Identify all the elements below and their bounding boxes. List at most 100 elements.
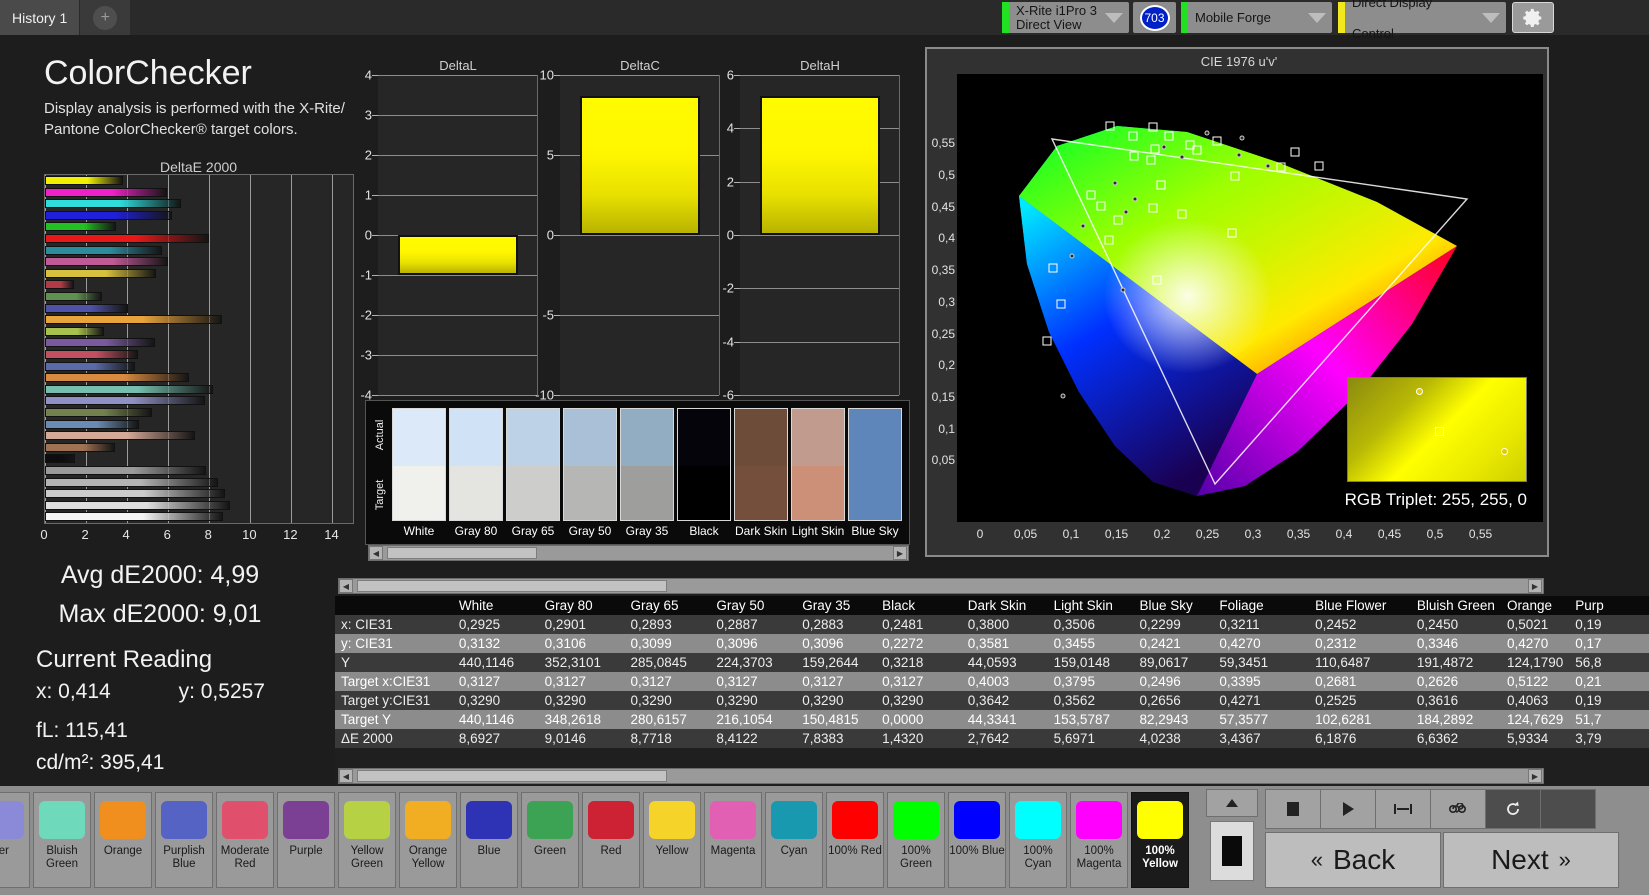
color-swatch-button[interactable]: 100% Red: [826, 792, 884, 888]
table-column-header[interactable]: Blue Flower: [1309, 596, 1411, 615]
play-icon: [1343, 802, 1354, 816]
bar-fill: [45, 396, 206, 406]
scroll-thumb[interactable]: [357, 580, 667, 592]
device-selector[interactable]: X-Rite i1Pro 3 Direct View: [1002, 2, 1129, 33]
table-row[interactable]: Target x:CIE31 0,3127 0,3127 0,3127 0,3127 0,…: [335, 672, 1649, 691]
color-swatch-button[interactable]: 100% Cyan: [1009, 792, 1067, 888]
table-cell: 0,4063: [1500, 691, 1570, 710]
color-swatch-button[interactable]: Yellow Green: [338, 792, 396, 888]
display-control-dropdown-arrow[interactable]: [1476, 12, 1506, 23]
table-column-header[interactable]: White: [452, 596, 539, 615]
color-swatch-button[interactable]: Red: [582, 792, 640, 888]
scroll-left-icon[interactable]: ◀: [369, 546, 383, 560]
table-scrollbar-bottom[interactable]: ◀ ▶: [338, 768, 1544, 784]
color-patch[interactable]: [791, 408, 845, 521]
pattern-source-selector[interactable]: Mobile Forge: [1181, 2, 1332, 33]
table-cell: 0,3127: [624, 672, 711, 691]
chevron-up-icon: [1226, 799, 1238, 807]
table-column-header[interactable]: Foliage: [1213, 596, 1310, 615]
scroll-left-icon[interactable]: ◀: [339, 769, 353, 783]
table-column-header[interactable]: Purp: [1569, 596, 1649, 615]
scroll-right-icon[interactable]: ▶: [893, 546, 907, 560]
table-column-header[interactable]: Black: [876, 596, 962, 615]
cie-x-tick: 0,1: [1062, 527, 1080, 541]
black-patch-button[interactable]: [1210, 821, 1254, 881]
table-cell: 1,4320: [876, 729, 962, 748]
color-patch[interactable]: [506, 408, 560, 521]
color-patch[interactable]: [677, 408, 731, 521]
table-row[interactable]: ΔE 2000 8,6927 9,0146 8,7718 8,4122 7,8383 1,4…: [335, 729, 1649, 748]
patch-strip-scrollbar[interactable]: ◀ ▶: [368, 545, 909, 561]
reading-y: y: 0,5257: [178, 680, 265, 703]
scroll-right-icon[interactable]: ▶: [1528, 769, 1542, 783]
color-swatch-button[interactable]: Purple: [277, 792, 335, 888]
table-row[interactable]: x: CIE31 0,2925 0,2901 0,2893 0,2887 0,2883 0,…: [335, 615, 1649, 634]
table-column-header[interactable]: Gray 80: [538, 596, 625, 615]
settings-button[interactable]: [1512, 2, 1554, 33]
table-column-header[interactable]: Dark Skin: [961, 596, 1048, 615]
color-swatch-button[interactable]: Purplish Blue: [155, 792, 213, 888]
color-swatch-button[interactable]: Green: [521, 792, 579, 888]
color-swatch-button[interactable]: 100% Yellow: [1131, 792, 1189, 888]
color-patch[interactable]: [734, 408, 788, 521]
table-row[interactable]: Target Y 440,1146 348,2618 280,6157 216,1054…: [335, 710, 1649, 729]
table-scrollbar-top[interactable]: ◀ ▶: [338, 578, 1544, 594]
table-cell: 4,0238: [1133, 729, 1214, 748]
cie-chromaticity-plot[interactable]: RGB Triplet: 255, 255, 0: [957, 74, 1543, 522]
color-patch[interactable]: [392, 408, 446, 521]
pattern-source-dropdown-arrow[interactable]: [1302, 12, 1332, 23]
color-swatch-button[interactable]: ver: [0, 792, 30, 888]
color-swatch-button[interactable]: 100% Green: [887, 792, 945, 888]
table-column-header[interactable]: Gray 35: [796, 596, 877, 615]
table-cell: 0,4270: [1500, 634, 1570, 653]
table-cell: 0,0000: [876, 710, 962, 729]
table-column-header[interactable]: Gray 50: [710, 596, 797, 615]
color-swatch-button[interactable]: 100% Blue: [948, 792, 1006, 888]
color-patch[interactable]: [620, 408, 674, 521]
table-column-header[interactable]: Light Skin: [1047, 596, 1134, 615]
add-tab-button[interactable]: +: [93, 5, 118, 30]
color-swatch-button[interactable]: Orange Yellow: [399, 792, 457, 888]
table-column-header[interactable]: Blue Sky: [1133, 596, 1214, 615]
continuous-button[interactable]: [1430, 789, 1486, 829]
table-column-header[interactable]: Bluish Green: [1410, 596, 1501, 615]
table-cell: 224,3703: [710, 653, 797, 672]
scroll-left-icon[interactable]: ◀: [339, 579, 353, 593]
display-control-selector[interactable]: Direct Display Control: [1338, 0, 1506, 41]
measure-button[interactable]: [1375, 789, 1431, 829]
color-swatch-button[interactable]: Moderate Red: [216, 792, 274, 888]
scroll-thumb[interactable]: [387, 547, 537, 559]
color-patch[interactable]: [563, 408, 617, 521]
table-row[interactable]: Y 440,1146 352,3101 285,0845 224,3703 159,264…: [335, 653, 1649, 672]
color-patch[interactable]: [848, 408, 902, 521]
color-swatch-button[interactable]: Bluish Green: [33, 792, 91, 888]
cie-measurement-point: [1148, 122, 1158, 132]
color-swatch-button[interactable]: 100% Magenta: [1070, 792, 1128, 888]
delta-tick-mark: [554, 75, 560, 76]
scroll-up-button[interactable]: [1206, 789, 1258, 817]
back-button[interactable]: « Back: [1265, 832, 1441, 888]
table-cell: 0,3096: [710, 634, 797, 653]
color-patch[interactable]: [449, 408, 503, 521]
table-column-header[interactable]: Orange: [1500, 596, 1570, 615]
tab-history-1[interactable]: History 1: [0, 0, 81, 35]
table-row[interactable]: Target y:CIE31 0,3290 0,3290 0,3290 0,3290 0,…: [335, 691, 1649, 710]
scroll-right-icon[interactable]: ▶: [1528, 579, 1542, 593]
color-swatch-button[interactable]: Orange: [94, 792, 152, 888]
color-swatch-button[interactable]: Yellow: [643, 792, 701, 888]
extra-button[interactable]: [1540, 789, 1596, 829]
table-row[interactable]: y: CIE31 0,3132 0,3106 0,3099 0,3096 0,3096 0,…: [335, 634, 1649, 653]
next-button[interactable]: Next »: [1443, 832, 1619, 888]
stop-button[interactable]: [1265, 789, 1321, 829]
table-column-header[interactable]: Gray 65: [624, 596, 711, 615]
color-swatch-button[interactable]: Magenta: [704, 792, 762, 888]
play-button[interactable]: [1320, 789, 1376, 829]
device-dropdown-arrow[interactable]: [1099, 12, 1129, 23]
refresh-button[interactable]: [1485, 789, 1541, 829]
color-swatch-button[interactable]: Cyan: [765, 792, 823, 888]
delta-chart-title: DeltaL: [439, 58, 477, 73]
color-swatch-button[interactable]: Blue: [460, 792, 518, 888]
scroll-thumb[interactable]: [357, 770, 667, 782]
de2000-bar: [45, 234, 210, 243]
table-cell: 5,6971: [1047, 729, 1134, 748]
